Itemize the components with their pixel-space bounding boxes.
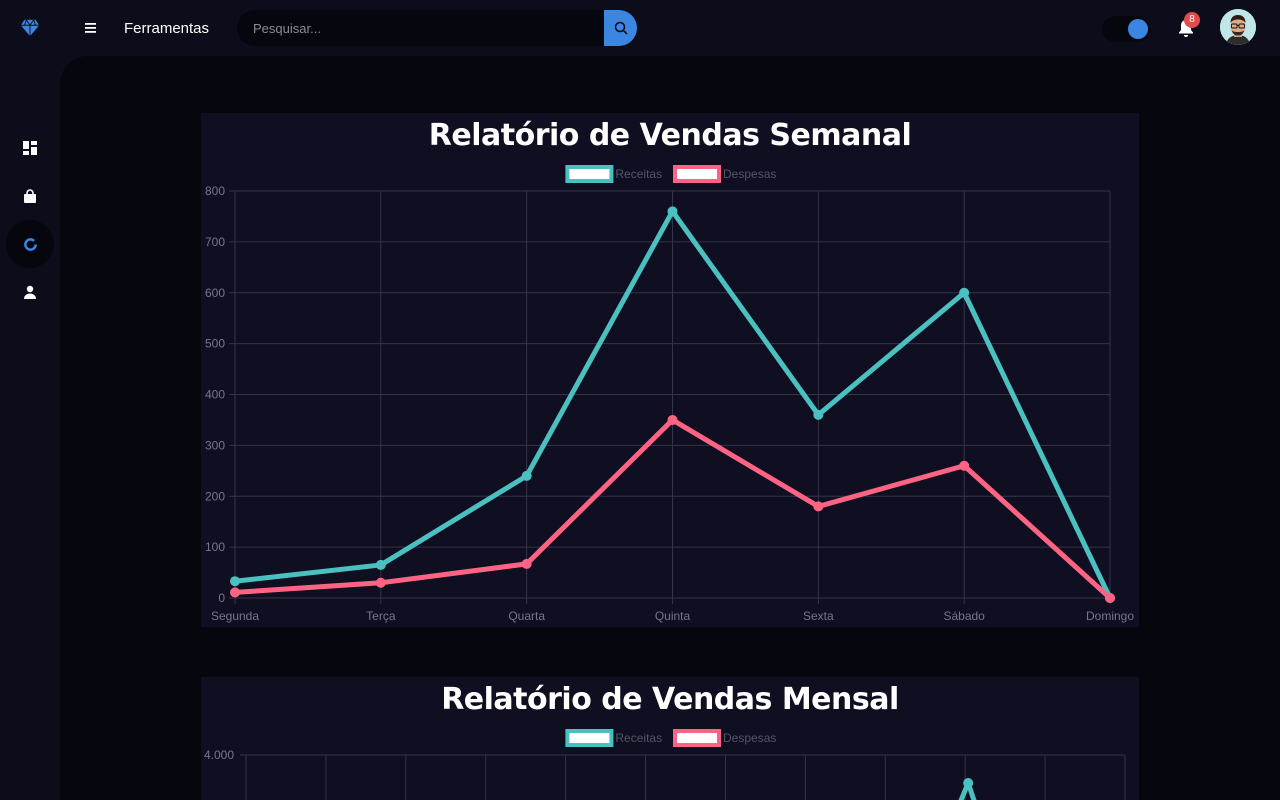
- legend-swatch: [565, 729, 614, 747]
- x-tick-label: Sexta: [803, 609, 834, 623]
- legend-item-0: Receitas: [565, 729, 662, 747]
- sidebar-item-profile[interactable]: [6, 268, 54, 316]
- y-tick-label: 600: [205, 286, 225, 300]
- menu-icon[interactable]: [84, 19, 100, 37]
- top-bar: Ferramentas 8: [0, 0, 1280, 56]
- y-tick-label: 400: [205, 388, 225, 402]
- y-tick-label: 4.000: [204, 748, 234, 762]
- data-point: [813, 409, 824, 420]
- x-tick-label: Quinta: [655, 609, 691, 623]
- data-point: [1105, 593, 1115, 603]
- legend-label: Receitas: [615, 731, 662, 745]
- sidebar-item-reports[interactable]: [6, 220, 54, 268]
- search-icon: [614, 21, 628, 35]
- x-tick-label: Terça: [366, 609, 396, 623]
- data-point: [230, 587, 240, 598]
- theme-toggle[interactable]: [1102, 16, 1150, 42]
- weekly-sales-chart: Receitas Despesas 800 700 600 500 400 300 200 100…: [205, 165, 1134, 623]
- data-point: [375, 559, 386, 570]
- shopping-bag-icon: [24, 188, 36, 203]
- diamond-logo-icon[interactable]: [19, 17, 41, 39]
- legend-label: Despesas: [723, 731, 776, 745]
- monthly-sales-chart: Receitas Despesas 4.000: [204, 729, 1126, 800]
- data-point: [959, 287, 970, 298]
- weekly-report-card: Relatório de Vendas Semanal Receitas Desp…: [201, 113, 1139, 627]
- notification-badge: 8: [1184, 12, 1200, 28]
- dashboard-icon: [23, 141, 37, 155]
- legend-swatch: [673, 165, 721, 183]
- sidebar: [0, 56, 60, 800]
- toggle-knob: [1128, 19, 1148, 39]
- x-tick-label: Domingo: [1086, 609, 1134, 623]
- avatar[interactable]: [1220, 9, 1256, 45]
- y-tick-label: 500: [205, 337, 225, 351]
- data-point: [959, 460, 970, 471]
- data-point: [667, 206, 678, 217]
- user-icon: [24, 285, 36, 299]
- data-point: [813, 501, 824, 512]
- legend-item-1: Despesas: [673, 165, 776, 183]
- y-tick-label: 100: [205, 540, 225, 554]
- legend-label: Despesas: [723, 167, 776, 181]
- data-point: [230, 576, 240, 587]
- y-tick-label: 300: [205, 438, 225, 452]
- legend-swatch: [673, 729, 721, 747]
- data-point: [963, 778, 974, 788]
- legend-item-0: Receitas: [565, 165, 662, 183]
- brand-title[interactable]: Ferramentas: [124, 20, 209, 37]
- legend-item-1: Despesas: [673, 729, 776, 747]
- data-point: [521, 558, 532, 569]
- monthly-report-card: Relatório de Vendas Mensal Receitas Despe…: [201, 677, 1139, 800]
- data-point: [375, 577, 386, 588]
- data-point: [521, 470, 532, 481]
- y-tick-label: 0: [218, 591, 225, 605]
- search-input[interactable]: [237, 10, 604, 46]
- sidebar-item-dashboard[interactable]: [6, 124, 54, 172]
- x-tick-label: Segunda: [211, 609, 259, 623]
- main-content: Relatório de Vendas Semanal Receitas Desp…: [60, 56, 1280, 800]
- search-bar: [237, 10, 637, 46]
- sidebar-item-shop[interactable]: [6, 172, 54, 220]
- legend-swatch: [565, 165, 614, 183]
- x-tick-label: Quarta: [508, 609, 545, 623]
- search-button[interactable]: [604, 10, 637, 46]
- donut-chart-icon: [23, 237, 37, 251]
- y-tick-label: 200: [205, 489, 225, 503]
- user-avatar-icon: [1220, 9, 1256, 45]
- legend-label: Receitas: [615, 167, 662, 181]
- data-point: [667, 414, 678, 425]
- x-tick-label: Sábado: [943, 609, 985, 623]
- y-tick-label: 700: [205, 235, 225, 249]
- y-tick-label: 800: [205, 184, 225, 198]
